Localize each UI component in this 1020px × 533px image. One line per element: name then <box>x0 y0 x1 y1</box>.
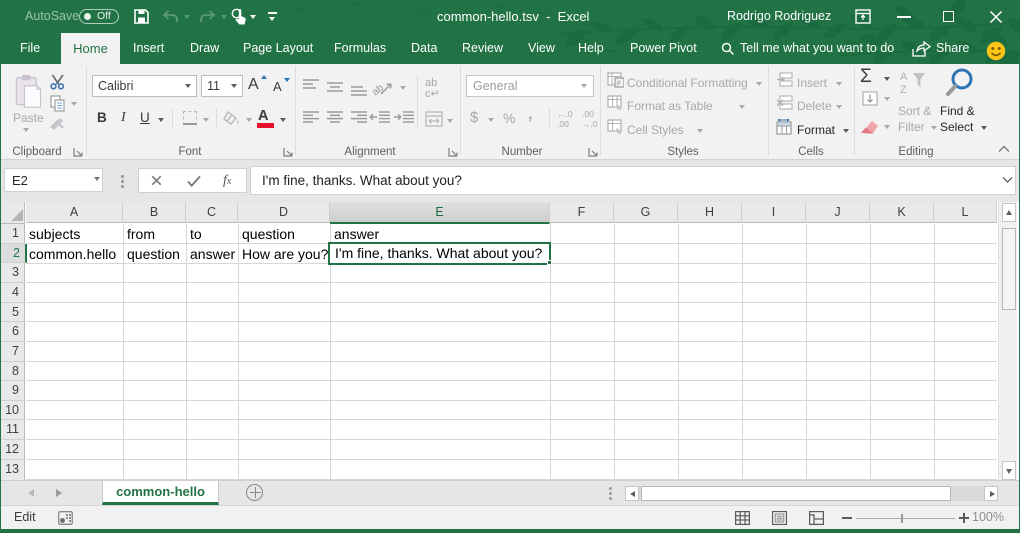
svg-text:ab: ab <box>372 82 386 96</box>
svg-text:Z: Z <box>900 84 907 95</box>
svg-text:≠: ≠ <box>617 79 622 88</box>
svg-text:A: A <box>900 71 908 83</box>
